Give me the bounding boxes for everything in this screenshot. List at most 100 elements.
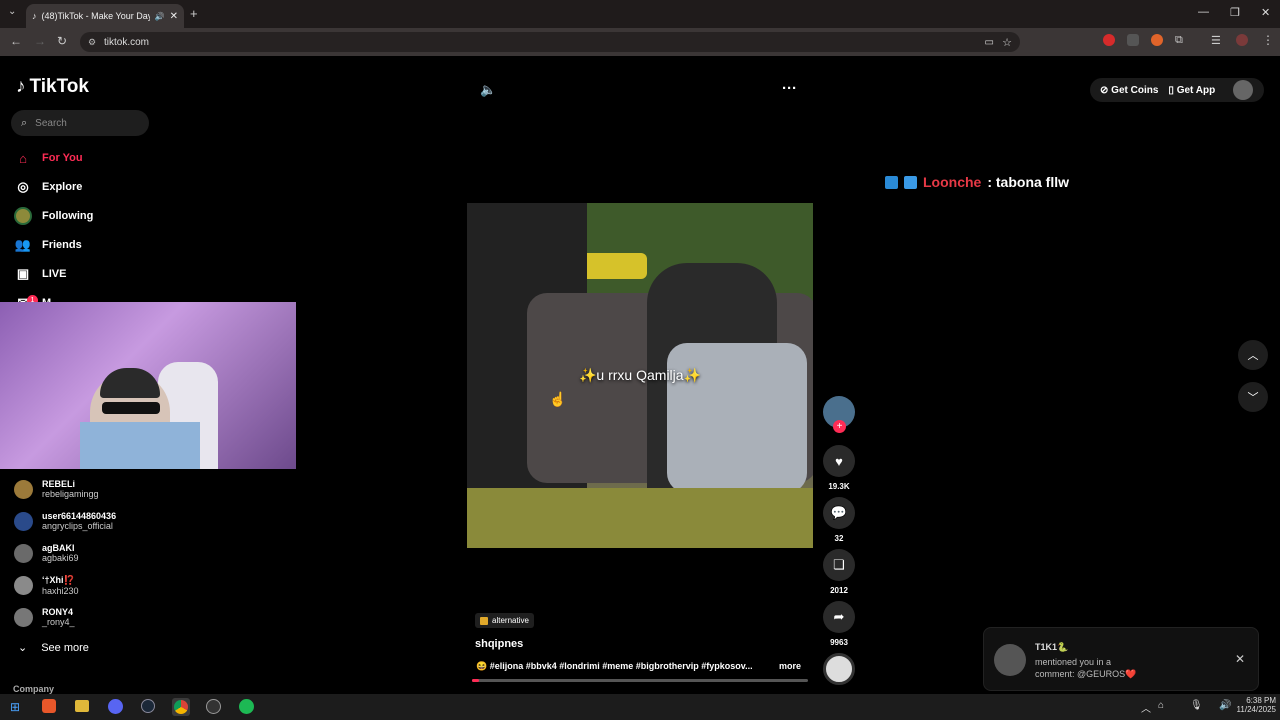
stream-chat-message: Loonche : tabona fllw [885, 174, 1069, 190]
tag-icon [480, 616, 488, 625]
get-coins-button[interactable]: ⊘ Get Coins [1100, 85, 1158, 96]
forward-icon[interactable]: → [34, 34, 46, 48]
chat-badge-icon [885, 175, 898, 189]
see-more-button[interactable]: ⌄ See more [18, 641, 89, 655]
webcam-overlay [0, 302, 296, 469]
file-explorer-icon[interactable] [75, 700, 89, 712]
clock-time: 6:38 PM [1246, 696, 1276, 705]
discord-icon[interactable] [108, 699, 123, 714]
shirt [80, 422, 200, 469]
volume-icon[interactable]: 🔈 [480, 82, 496, 98]
account-avatar [14, 511, 33, 531]
search-placeholder: Search [35, 117, 67, 129]
get-app-button[interactable]: ▯ Get App [1168, 85, 1215, 96]
description-more-button[interactable]: more [779, 661, 801, 671]
share-button[interactable]: ➦ [823, 601, 855, 633]
like-button[interactable]: ♥ [823, 445, 855, 477]
following-account[interactable]: REBELi rebeligamingg [14, 479, 99, 499]
user-avatar[interactable] [1233, 80, 1253, 100]
address-bar[interactable]: ⚙ tiktok.com ▭ ☆ [80, 32, 1020, 52]
video-description: 😆 #elijona #bbvk4 #londrimi #meme #bigbr… [476, 661, 753, 671]
account-avatar [14, 543, 33, 563]
chevron-down-icon: ﹀ [1247, 392, 1259, 404]
save-count: 2012 [830, 586, 848, 595]
previous-video-button[interactable]: ︿ [1238, 340, 1268, 370]
tray-mic-icon[interactable]: 🎙 [1190, 700, 1203, 711]
tab-close-icon[interactable]: ✕ [170, 11, 178, 22]
music-disc-icon[interactable] [823, 653, 855, 685]
next-video-button[interactable]: ﹀ [1238, 382, 1268, 412]
search-input[interactable]: ⌕ Search [11, 110, 149, 136]
cast-icon[interactable]: ▭ [985, 37, 994, 48]
tiktok-note-icon: ♪ [16, 76, 26, 97]
back-icon[interactable]: ← [10, 34, 22, 48]
save-button[interactable]: ❏ [823, 549, 855, 581]
video-player[interactable]: ✨u rrxu Qamilja✨ ☝ [467, 203, 813, 548]
extensions-puzzle-icon[interactable]: ⧉ [1175, 34, 1183, 47]
window-close-icon[interactable]: ✕ [1261, 6, 1270, 19]
mention-notification[interactable]: T1K1🐍 mentioned you in a comment: @GEURO… [983, 627, 1259, 691]
nav-friends[interactable]: 👥 Friends [14, 236, 82, 254]
extension-red-icon[interactable] [1103, 34, 1115, 46]
windows-start-icon[interactable]: ⊞ [10, 700, 20, 714]
follow-plus-icon[interactable]: + [833, 420, 846, 433]
following-account[interactable]: agBAKI agbaki69 [14, 543, 79, 563]
nav-following[interactable]: Following [14, 207, 93, 225]
tray-volume-icon[interactable]: 🔊 [1219, 700, 1231, 711]
chat-username: Loonche [923, 174, 982, 190]
chevron-down-icon: ⌄ [18, 642, 28, 654]
reading-list-icon[interactable]: ☰ [1211, 34, 1221, 47]
nav-live[interactable]: ▣ LIVE [14, 265, 67, 283]
following-account[interactable]: ʻ†Xhi⁉️ haxhi230 [14, 575, 79, 596]
reload-icon[interactable]: ↻ [57, 34, 67, 48]
chat-badge-icon [904, 175, 917, 189]
steam-icon[interactable] [141, 699, 155, 713]
compass-icon: ◎ [17, 179, 29, 194]
company-link[interactable]: Company [13, 684, 54, 694]
profile-avatar[interactable] [1236, 34, 1248, 46]
home-icon: ⌂ [19, 150, 27, 166]
url-text: tiktok.com [104, 36, 150, 48]
tab-list-chevron-icon[interactable]: ⌄ [8, 6, 16, 17]
site-info-icon[interactable]: ⚙ [88, 37, 96, 48]
extension-orange-icon[interactable] [1151, 34, 1163, 46]
windows-taskbar [0, 694, 1280, 720]
restore-icon[interactable]: ❐ [1230, 6, 1240, 19]
taskbar-clock[interactable]: 6:38 PM 11/24/2025 [1236, 696, 1276, 714]
heart-icon: ♥ [835, 453, 843, 469]
friends-icon: 👥 [14, 237, 32, 252]
following-avatar-icon [14, 207, 32, 225]
comment-button[interactable]: 💬 [823, 497, 855, 529]
nav-explore[interactable]: ◎ Explore [14, 178, 82, 196]
notification-user: T1K1🐍 [1035, 642, 1069, 652]
more-options-icon[interactable]: ··· [782, 80, 797, 97]
chrome-active-icon[interactable] [172, 698, 190, 716]
tray-overflow-icon[interactable]: ︿ [1141, 700, 1151, 715]
sound-tag[interactable]: alternative [475, 613, 534, 628]
notification-line1: mentioned you in a [1035, 657, 1112, 667]
live-icon: ▣ [16, 266, 30, 281]
obs-icon[interactable] [206, 699, 221, 714]
streamer-hair [100, 368, 160, 398]
following-account[interactable]: RONY4 _rony4_ [14, 607, 75, 627]
video-progress-fill [472, 679, 479, 682]
bookmark-star-icon[interactable]: ☆ [1002, 36, 1012, 49]
nav-for-you[interactable]: ⌂ For You [14, 149, 82, 167]
browser-menu-icon[interactable]: ⋮ [1262, 33, 1274, 47]
spotify-icon[interactable] [239, 699, 254, 714]
account-avatar [14, 607, 33, 627]
notification-close-icon[interactable]: ✕ [1235, 652, 1245, 666]
video-username[interactable]: shqipnes [475, 638, 523, 650]
share-count: 9963 [830, 638, 848, 647]
video-progress-bar[interactable] [472, 679, 808, 682]
minimize-icon[interactable]: — [1198, 6, 1209, 18]
following-account[interactable]: user66144860436 angryclips_official [14, 511, 116, 531]
brave-browser-icon[interactable] [42, 699, 56, 713]
extension-icon[interactable] [1127, 34, 1139, 46]
browser-tab[interactable]: ♪ (48)TikTok - Make Your Day 🔊 ✕ [26, 4, 184, 28]
tiktok-logo[interactable]: ♪ TikTok [16, 76, 89, 98]
speaker-icon: 🔊 [154, 11, 165, 21]
tray-network-icon[interactable]: ⌂ [1158, 700, 1164, 711]
account-avatar [14, 479, 33, 499]
new-tab-button[interactable]: + [190, 6, 198, 21]
